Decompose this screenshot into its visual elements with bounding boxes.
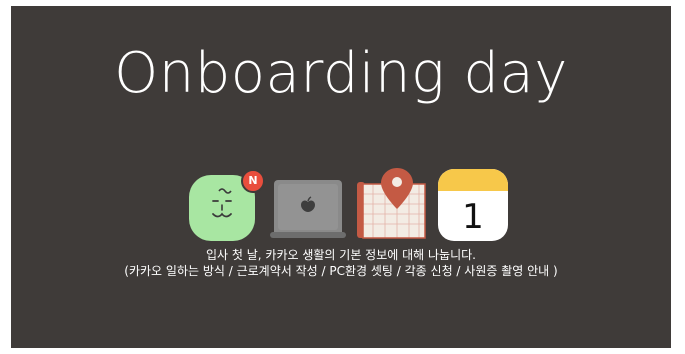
calendar-day: 1 [462,197,484,237]
icon-row: N 1 [11,6,671,348]
caption-line-1: 입사 첫 날, 카카오 생활의 기본 정보에 대해 나눕니다. [206,248,476,262]
slide-caption: 입사 첫 날, 카카오 생활의 기본 정보에 대해 나눕니다. (카카오 일하는… [11,247,671,279]
laptop-icon [270,180,346,238]
onboarding-slide: Onboarding day N 1 입사 첫 날, 카카오 생활의 기본 정보… [11,6,671,348]
badge-label: N [248,174,258,187]
caption-line-2: (카카오 일하는 방식 / 근로계약서 작성 / PC환경 셋팅 / 각종 신청… [124,264,558,278]
map-pin-icon [357,168,426,239]
